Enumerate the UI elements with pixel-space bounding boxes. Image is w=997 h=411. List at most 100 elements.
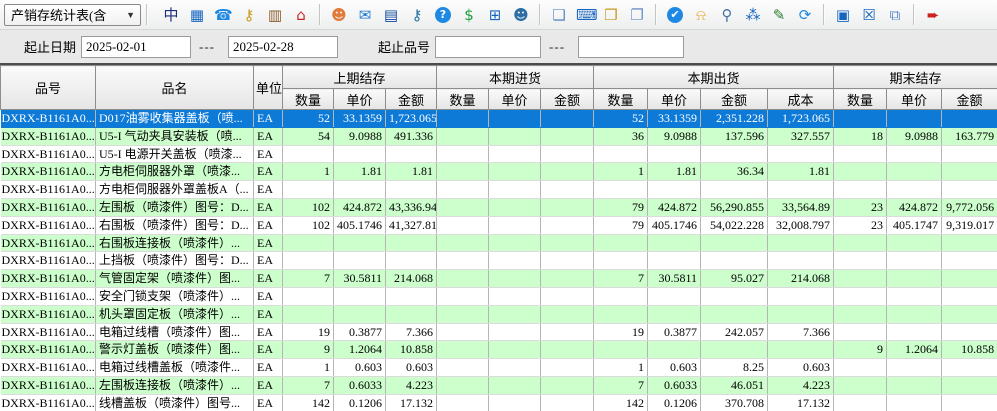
cell-prev-amount[interactable]: 1.81 xyxy=(386,163,437,181)
cell-ship-price[interactable] xyxy=(648,305,701,323)
cell-prev-amount[interactable] xyxy=(386,305,437,323)
table-row[interactable]: DXRX-B1161A0...方电柜伺服器外罩（喷漆...EA11.811.81… xyxy=(1,163,997,181)
cell-name[interactable]: 线槽盖板（喷漆件）图号... xyxy=(96,394,254,411)
cell-ship-price[interactable]: 9.0988 xyxy=(648,127,701,145)
date-to-input[interactable] xyxy=(228,36,338,58)
cell-ship-amount[interactable]: 36.34 xyxy=(701,163,768,181)
cell-ship-qty[interactable]: 36 xyxy=(594,127,648,145)
cell-prev-price[interactable]: 0.1206 xyxy=(334,394,386,411)
bell-icon[interactable]: ⍾ xyxy=(692,6,710,24)
cell-prev-qty[interactable]: 102 xyxy=(283,216,334,234)
lock-key-icon[interactable]: ⚷ xyxy=(240,6,258,24)
close-window-icon[interactable]: ☒ xyxy=(860,6,878,24)
table-row[interactable]: DXRX-B1161A0...右围板（喷漆件）图号：D...EA102405.1… xyxy=(1,216,997,234)
cell-end-amount[interactable] xyxy=(942,234,997,252)
cell-unit[interactable]: EA xyxy=(254,376,283,394)
cell-end-amount[interactable] xyxy=(942,252,997,270)
cell-prev-price[interactable] xyxy=(334,305,386,323)
cell-ship-cost[interactable] xyxy=(768,145,834,163)
cell-ship-cost[interactable]: 33,564.89 xyxy=(768,198,834,216)
cell-purchase-qty[interactable] xyxy=(437,323,489,341)
cell-code[interactable]: DXRX-B1161A0... xyxy=(1,110,96,128)
cell-prev-amount[interactable] xyxy=(386,181,437,199)
cell-purchase-amount[interactable] xyxy=(541,287,594,305)
cell-end-qty[interactable] xyxy=(834,270,887,288)
cell-ship-qty[interactable]: 52 xyxy=(594,110,648,128)
cell-purchase-price[interactable] xyxy=(489,305,541,323)
cell-end-price[interactable] xyxy=(887,110,942,128)
cell-code[interactable]: DXRX-B1161A0... xyxy=(1,234,96,252)
cell-prev-amount[interactable]: 10.858 xyxy=(386,341,437,359)
cell-name[interactable]: U5-I 电源开关盖板（喷漆... xyxy=(96,145,254,163)
cell-ship-price[interactable]: 0.3877 xyxy=(648,323,701,341)
cell-name[interactable]: 左围板（喷漆件）图号：D... xyxy=(96,198,254,216)
cell-ship-price[interactable]: 405.1746 xyxy=(648,216,701,234)
report-type-select[interactable]: 产销存统计表(含 ▼ xyxy=(4,4,141,26)
cell-ship-cost[interactable] xyxy=(768,181,834,199)
cell-purchase-amount[interactable] xyxy=(541,376,594,394)
table-row[interactable]: DXRX-B1161A0...U5-I 气动夹具安装板（喷...EA549.09… xyxy=(1,127,997,145)
cell-ship-amount[interactable] xyxy=(701,181,768,199)
cell-purchase-amount[interactable] xyxy=(541,323,594,341)
dollar-icon[interactable]: $ xyxy=(460,6,478,24)
cell-prev-price[interactable]: 1.81 xyxy=(334,163,386,181)
table-row[interactable]: DXRX-B1161A0...右围板连接板（喷漆件）...EA xyxy=(1,234,997,252)
cell-prev-amount[interactable] xyxy=(386,234,437,252)
copy-pages-icon[interactable]: ❐ xyxy=(628,6,646,24)
cell-ship-qty[interactable] xyxy=(594,252,648,270)
cell-unit[interactable]: EA xyxy=(254,145,283,163)
cell-purchase-qty[interactable] xyxy=(437,270,489,288)
cell-prev-qty[interactable]: 19 xyxy=(283,323,334,341)
cell-ship-price[interactable]: 33.1359 xyxy=(648,110,701,128)
cell-prev-amount[interactable]: 0.603 xyxy=(386,359,437,377)
cell-ship-price[interactable]: 1.81 xyxy=(648,163,701,181)
cell-purchase-amount[interactable] xyxy=(541,216,594,234)
layers-icon[interactable]: ⧉ xyxy=(886,6,904,24)
cell-prev-price[interactable]: 0.6033 xyxy=(334,376,386,394)
cell-ship-qty[interactable] xyxy=(594,341,648,359)
cell-purchase-price[interactable] xyxy=(489,110,541,128)
cell-end-amount[interactable] xyxy=(942,376,997,394)
table-row[interactable]: DXRX-B1161A0...左围板连接板（喷漆件）...EA70.60334.… xyxy=(1,376,997,394)
cell-purchase-qty[interactable] xyxy=(437,198,489,216)
cell-ship-qty[interactable] xyxy=(594,181,648,199)
cell-ship-price[interactable] xyxy=(648,181,701,199)
computer-icon[interactable]: ▦ xyxy=(188,6,206,24)
cell-name[interactable]: 左围板连接板（喷漆件）... xyxy=(96,376,254,394)
cart-icon[interactable]: ⊞ xyxy=(486,6,504,24)
cell-end-amount[interactable]: 9,772.056 xyxy=(942,198,997,216)
cell-unit[interactable]: EA xyxy=(254,359,283,377)
cell-purchase-amount[interactable] xyxy=(541,341,594,359)
cell-purchase-amount[interactable] xyxy=(541,127,594,145)
archive-box-icon[interactable]: ❒ xyxy=(602,6,620,24)
cell-ship-price[interactable] xyxy=(648,145,701,163)
phone-icon[interactable]: ☎ xyxy=(214,6,232,24)
mail-icon[interactable]: ✉ xyxy=(356,6,374,24)
cell-end-amount[interactable] xyxy=(942,145,997,163)
cell-name[interactable]: 右围板连接板（喷漆件）... xyxy=(96,234,254,252)
table-row[interactable]: DXRX-B1161A0...气管固定架（喷漆件）图...EA730.58112… xyxy=(1,270,997,288)
cell-unit[interactable]: EA xyxy=(254,163,283,181)
cell-unit[interactable]: EA xyxy=(254,216,283,234)
cell-ship-amount[interactable]: 242.057 xyxy=(701,323,768,341)
help-icon[interactable]: ? xyxy=(435,7,451,23)
cell-prev-price[interactable]: 0.603 xyxy=(334,359,386,377)
cell-end-qty[interactable] xyxy=(834,110,887,128)
cell-purchase-qty[interactable] xyxy=(437,127,489,145)
customer-dollar-icon[interactable]: ☻ xyxy=(512,6,530,24)
cell-prev-price[interactable] xyxy=(334,145,386,163)
cell-end-amount[interactable] xyxy=(942,181,997,199)
cell-unit[interactable]: EA xyxy=(254,305,283,323)
cell-end-price[interactable]: 9.0988 xyxy=(887,127,942,145)
cell-code[interactable]: DXRX-B1161A0... xyxy=(1,270,96,288)
cell-prev-amount[interactable]: 43,336.946 xyxy=(386,198,437,216)
cell-prev-qty[interactable] xyxy=(283,145,334,163)
cell-name[interactable]: U5-I 气动夹具安装板（喷... xyxy=(96,127,254,145)
cell-unit[interactable]: EA xyxy=(254,198,283,216)
cell-end-amount[interactable] xyxy=(942,163,997,181)
cell-name[interactable]: 气管固定架（喷漆件）图... xyxy=(96,270,254,288)
cell-prev-qty[interactable]: 9 xyxy=(283,341,334,359)
cell-prev-price[interactable] xyxy=(334,181,386,199)
cell-end-price[interactable] xyxy=(887,305,942,323)
cell-prev-qty[interactable]: 52 xyxy=(283,110,334,128)
